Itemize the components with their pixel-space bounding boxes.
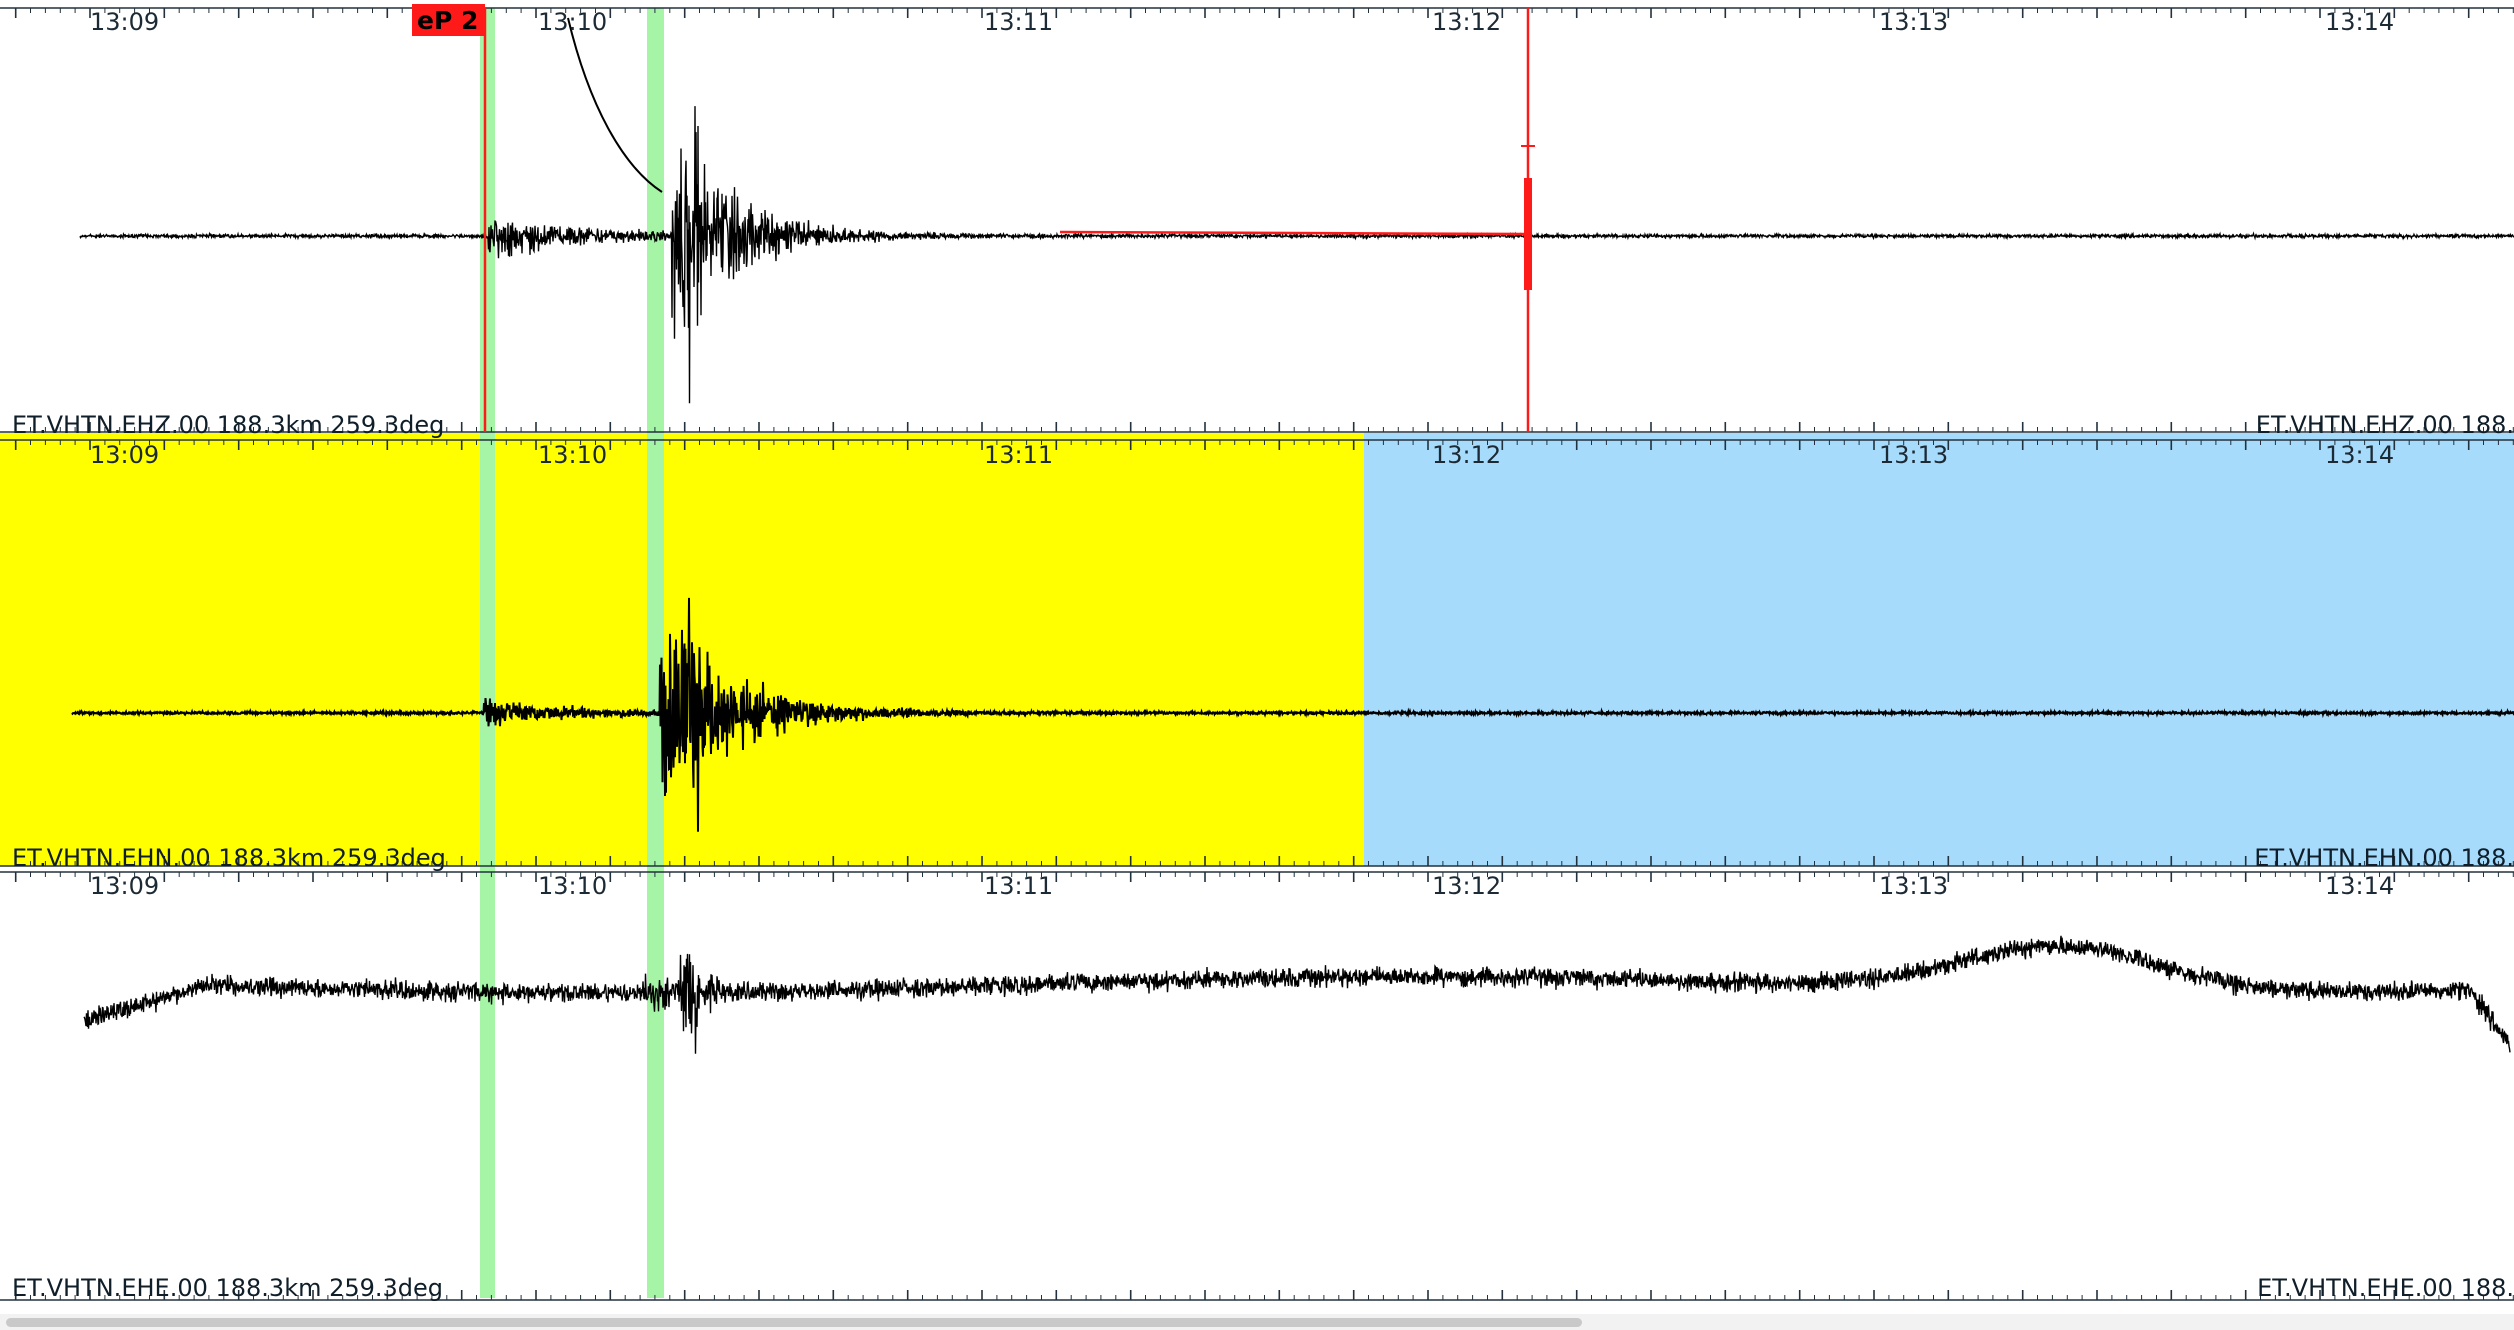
panel-backgrounds [0, 0, 2514, 1314]
time-tick-label: 13:12 [1432, 8, 1501, 36]
trace-label-ehz-left: ET.VHTN.EHZ.00 188.3km 259.3deg [12, 411, 444, 439]
time-tick-label: 13:09 [90, 872, 159, 900]
seismogram-canvas[interactable]: eP 2 ET.VHTN.EHZ.00 188.3km 259.3deg ET.… [0, 0, 2514, 1314]
panel-ehz-background [0, 0, 2514, 432]
horizontal-scrollbar[interactable] [0, 1314, 2514, 1330]
trace-label-ehn-right: ET.VHTN.EHN.00 188. [2254, 844, 2514, 872]
trace-label-ehe-left: ET.VHTN.EHE.00 188.3km 259.3deg [12, 1274, 443, 1302]
time-tick-label: 13:11 [984, 8, 1053, 36]
time-tick-label: 13:11 [984, 872, 1053, 900]
time-tick-label: 13:13 [1879, 441, 1948, 469]
pick-label[interactable]: eP 2 [417, 6, 478, 35]
trace-label-ehe-right: ET.VHTN.EHE.00 188. [2257, 1274, 2514, 1302]
time-tick-label: 13:12 [1432, 872, 1501, 900]
noise-window[interactable] [1364, 433, 2514, 866]
scrollbar-thumb[interactable] [6, 1318, 1582, 1327]
trace-label-ehn-left: ET.VHTN.EHN.00 188.3km 259.3deg [12, 844, 446, 872]
phase-window-s[interactable] [647, 8, 664, 1298]
time-tick-label: 13:09 [90, 441, 159, 469]
seismogram-viewer: eP 2 ET.VHTN.EHZ.00 188.3km 259.3deg ET.… [0, 0, 2514, 1330]
time-tick-label: 13:13 [1879, 872, 1948, 900]
time-tick-label: 13:13 [1879, 8, 1948, 36]
panel-ehe-background [0, 866, 2514, 1314]
phase-window-p[interactable] [480, 8, 495, 1298]
time-tick-label: 13:10 [538, 441, 607, 469]
time-tick-label: 13:12 [1432, 441, 1501, 469]
time-tick-label: 13:14 [2325, 872, 2394, 900]
time-tick-label: 13:09 [90, 8, 159, 36]
time-tick-label: 13:10 [538, 8, 607, 36]
time-tick-label: 13:10 [538, 872, 607, 900]
time-tick-label: 13:14 [2325, 8, 2394, 36]
trace-label-ehz-right: ET.VHTN.EHZ.00 188. [2256, 411, 2514, 439]
time-tick-label: 13:11 [984, 441, 1053, 469]
time-tick-label: 13:14 [2325, 441, 2394, 469]
